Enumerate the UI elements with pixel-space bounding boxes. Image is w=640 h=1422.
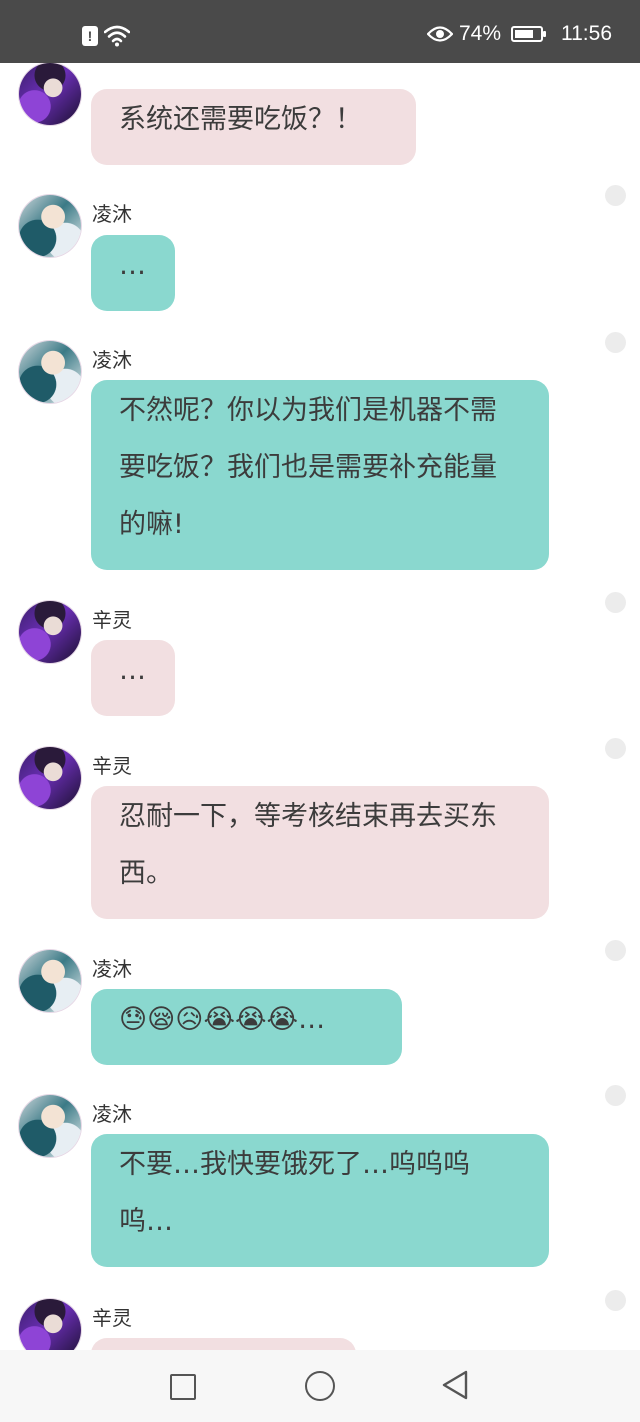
message-bubble[interactable]: 不然呢？你以为我们是机器不需要吃饭？我们也是需要补充能量的嘛! xyxy=(91,380,549,570)
sender-avatar[interactable] xyxy=(19,63,81,125)
sender-name: 辛灵 xyxy=(92,754,132,778)
sender-avatar[interactable] xyxy=(19,950,81,1012)
sender-name: 凌沐 xyxy=(92,202,132,226)
sender-avatar[interactable] xyxy=(19,1095,81,1157)
sender-avatar[interactable] xyxy=(19,341,81,403)
sender-avatar[interactable] xyxy=(19,747,81,809)
status-right: 74% 11:56 xyxy=(426,22,612,46)
battery-percent: 74% xyxy=(458,22,501,45)
sender-name: 凌沐 xyxy=(92,348,132,372)
message-bubble[interactable]: 😓😪😥😭😭😭… xyxy=(91,989,402,1065)
home-icon[interactable] xyxy=(305,1371,335,1401)
sender-name: 凌沐 xyxy=(92,1102,132,1126)
message-bubble[interactable]: … xyxy=(91,235,175,311)
sender-name: 辛灵 xyxy=(92,1306,132,1330)
message-bubble[interactable]: … xyxy=(91,640,175,716)
eye-icon xyxy=(426,26,453,42)
battery-level xyxy=(515,30,533,38)
message-bubble[interactable] xyxy=(91,1338,356,1350)
back-icon[interactable] xyxy=(441,1370,469,1400)
wifi-icon xyxy=(104,25,130,47)
alert-icon: ! xyxy=(82,26,98,46)
chat-message-list[interactable]: 辛灵 系统还需要吃饭？！ 凌沐 … 凌沐 不然呢？你以为我们是机器不需要吃饭？我… xyxy=(0,63,640,1350)
sender-avatar[interactable] xyxy=(19,195,81,257)
status-left: ! xyxy=(82,25,130,47)
message-status-dot xyxy=(605,185,626,206)
clock: 11:56 xyxy=(561,22,612,45)
recent-apps-icon[interactable] xyxy=(170,1374,196,1400)
sender-avatar[interactable] xyxy=(19,1299,81,1350)
message-bubble[interactable]: 不要…我快要饿死了…呜呜呜呜… xyxy=(91,1134,549,1267)
message-status-dot xyxy=(605,1290,626,1311)
message-status-dot xyxy=(605,1085,626,1106)
sender-name: 凌沐 xyxy=(92,957,132,981)
message-status-dot xyxy=(605,738,626,759)
status-bar: ! 74% 11:56 xyxy=(0,0,640,63)
battery-icon xyxy=(511,26,546,42)
message-status-dot xyxy=(605,592,626,613)
message-bubble[interactable]: 忍耐一下，等考核结束再去买东西。 xyxy=(91,786,549,919)
message-bubble[interactable]: 系统还需要吃饭？！ xyxy=(91,89,416,165)
message-status-dot xyxy=(605,940,626,961)
sender-name: 辛灵 xyxy=(92,608,132,632)
sender-avatar[interactable] xyxy=(19,601,81,663)
message-status-dot xyxy=(605,332,626,353)
navigation-bar xyxy=(0,1350,640,1422)
